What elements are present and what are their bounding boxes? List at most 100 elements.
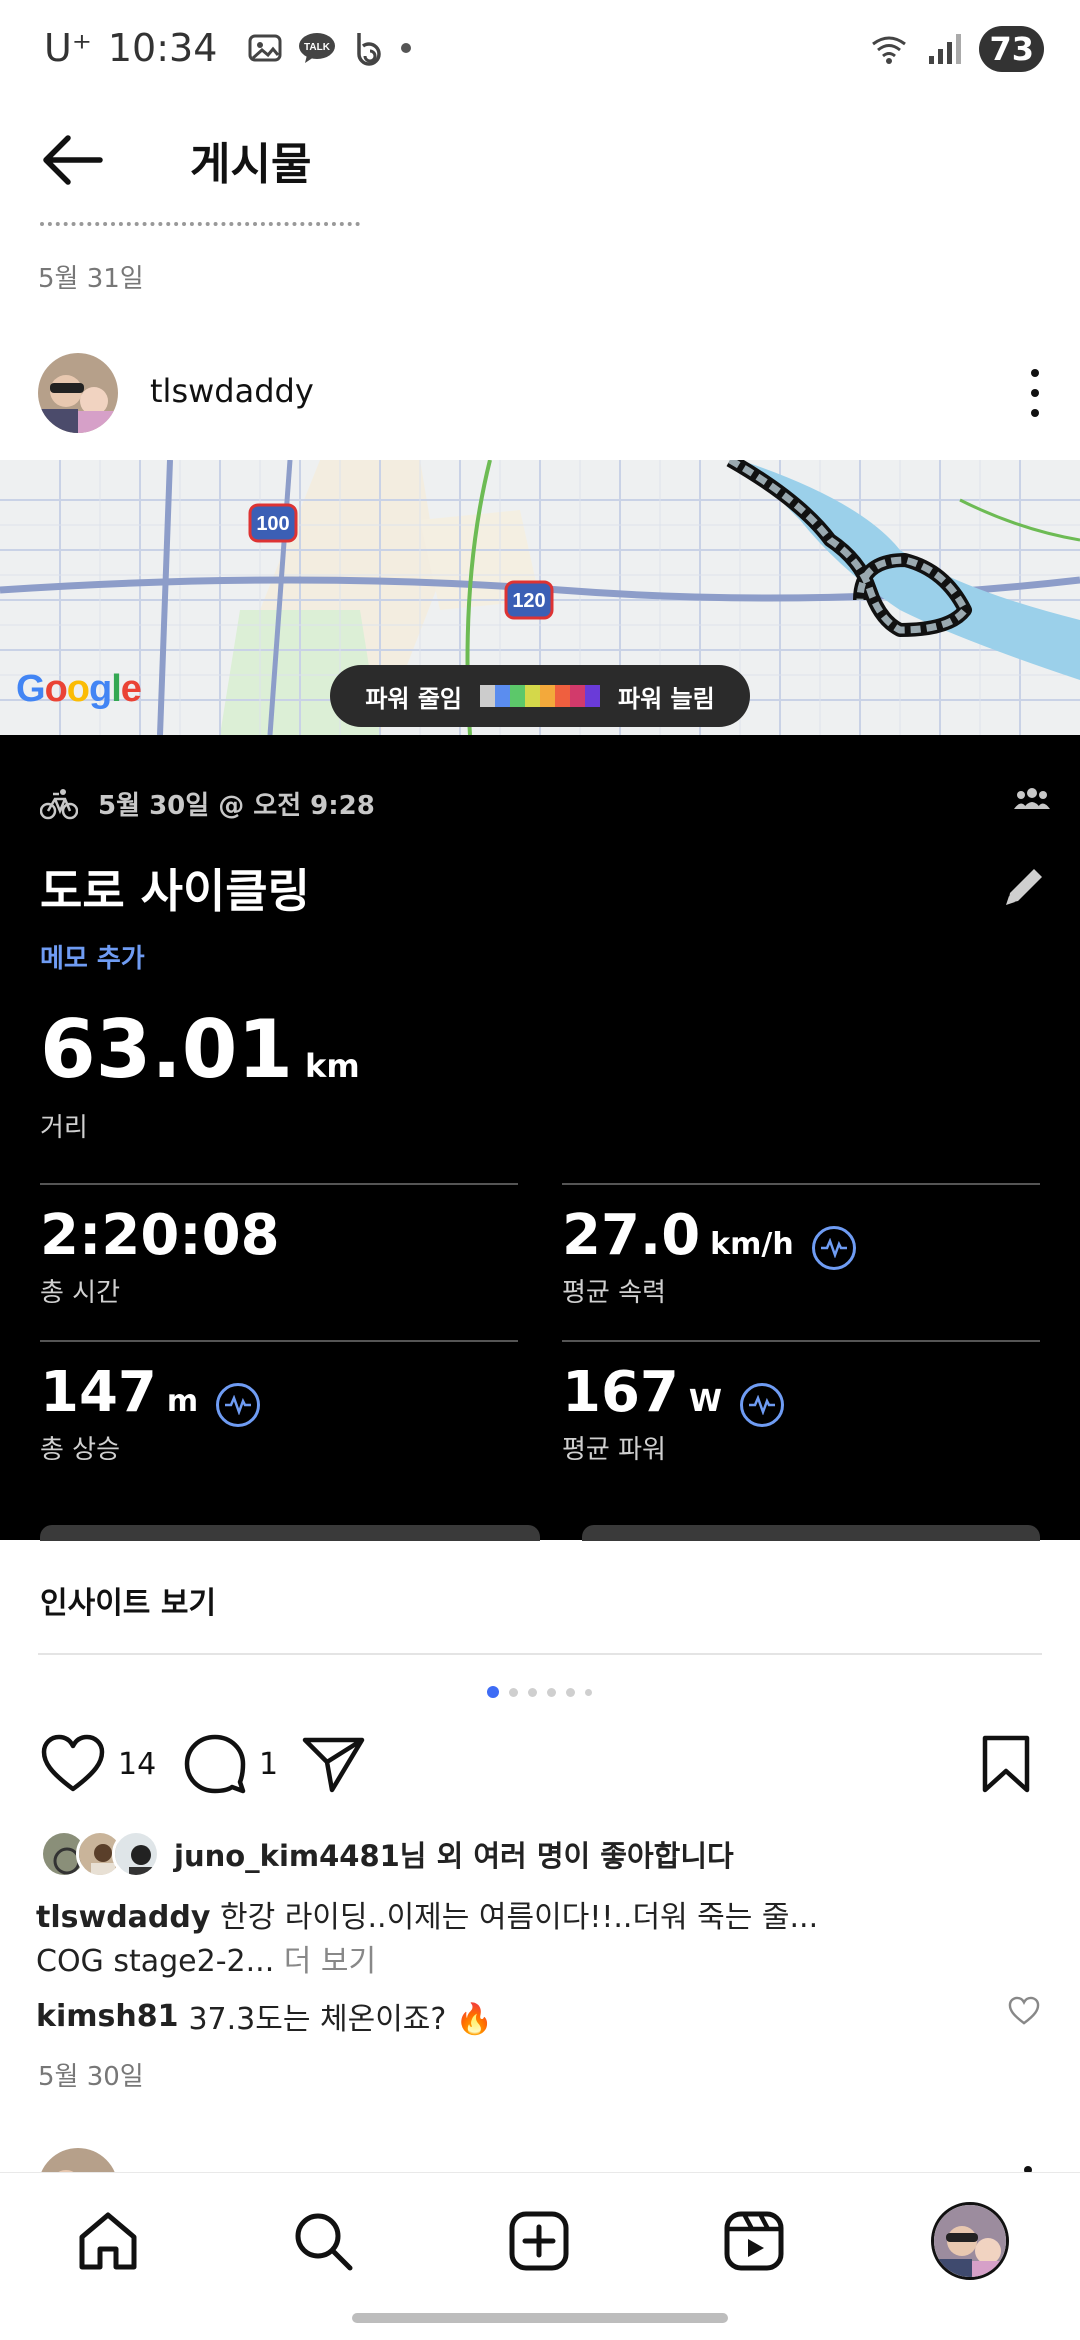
previous-post-date: 5월 31일: [38, 264, 144, 294]
nav-reels[interactable]: [714, 2201, 794, 2281]
page-title: 게시물: [190, 139, 312, 190]
nav-profile[interactable]: [930, 2201, 1010, 2281]
nav-create[interactable]: [499, 2201, 579, 2281]
legend-swatch: [570, 685, 585, 707]
avatar-image: [38, 353, 118, 433]
save-button[interactable]: [980, 1734, 1032, 1794]
view-insights-link[interactable]: 인사이트 보기: [40, 1578, 216, 1622]
post-username[interactable]: tlswdaddy: [150, 372, 314, 410]
insight-pulse-icon[interactable]: [740, 1383, 784, 1427]
status-right: 73: [869, 26, 1044, 72]
arrow-left-icon: [43, 135, 103, 185]
legend-swatch: [540, 685, 555, 707]
insight-pulse-icon[interactable]: [216, 1383, 261, 1427]
stat-divider: [562, 1340, 1040, 1342]
nav-home[interactable]: [68, 2201, 148, 2281]
bookmark-icon: [982, 1735, 1030, 1793]
distance-unit: km: [305, 1047, 360, 1085]
total-time-stat: 2:20:08 총 시간: [40, 1203, 280, 1309]
activity-title: 도로 사이클링: [40, 864, 310, 918]
route-map[interactable]: 100 120 Google 파워 줄임 파워 늘림: [0, 460, 1080, 735]
post-caption: tlswdaddy 한강 라이딩..이제는 여름이다!!..더워 죽는 줄...…: [36, 1896, 1046, 1984]
stat-label: 평균 파워: [562, 1435, 666, 1465]
comment-button[interactable]: 1: [183, 1734, 278, 1794]
send-icon: [302, 1737, 365, 1793]
comment-count: 1: [259, 1746, 279, 1782]
legend-color-strip: [480, 685, 600, 707]
more-link[interactable]: 더 보기: [284, 1944, 376, 1979]
legend-high-label: 파워 늘림: [618, 684, 715, 713]
avatar[interactable]: [38, 353, 118, 433]
highway-label-100: 100: [256, 513, 289, 535]
post-date: 5월 30일: [38, 2062, 144, 2092]
reels-icon: [724, 2211, 784, 2271]
stat-divider: [40, 1340, 518, 1342]
power-legend: 파워 줄임 파워 늘림: [330, 665, 750, 727]
comment-username[interactable]: kimsh81: [36, 1999, 178, 2034]
comment-icon: [184, 1734, 246, 1794]
people-icon: [1014, 788, 1050, 809]
top-header: 게시물: [0, 110, 1080, 210]
stat-unit: W: [688, 1384, 722, 1419]
b-app-icon: [357, 33, 382, 66]
more-options-button[interactable]: [1020, 363, 1050, 423]
post-actions: 14 1: [0, 1730, 1080, 1800]
liked-by-text: juno_kim4481님 외 여러 명이 좋아합니다: [174, 1839, 734, 1873]
heart-icon: [1008, 1996, 1040, 2025]
carousel-dot: [547, 1687, 556, 1697]
avg-power-stat: 167 W 평균 파워: [562, 1360, 784, 1466]
stat-unit: m: [166, 1384, 199, 1419]
group-icon[interactable]: [1014, 785, 1050, 815]
edit-button[interactable]: [1002, 863, 1048, 913]
stat-unit: km/h: [710, 1227, 794, 1262]
like-button[interactable]: 14: [40, 1734, 156, 1794]
home-icon: [79, 2212, 137, 2270]
back-button[interactable]: [38, 130, 108, 190]
liked-by-row[interactable]: juno_kim4481님 외 여러 명이 좋아합니다: [40, 1830, 734, 1878]
distance-value: 63.01: [40, 1003, 294, 1096]
avatar: [112, 1830, 160, 1878]
like-count: 14: [118, 1746, 157, 1782]
stat-value: 27.0: [562, 1203, 701, 1268]
card-button-right[interactable]: [582, 1525, 1040, 1541]
kakaotalk-icon: TALK: [299, 33, 336, 63]
comment-like-button[interactable]: [1008, 1996, 1040, 2030]
carrier-label: U⁺: [44, 26, 92, 70]
status-left: U⁺ 10:34 TALK: [44, 26, 413, 70]
carousel-dot: [585, 1688, 592, 1696]
carousel-dot-active: [487, 1686, 499, 1698]
card-button-left[interactable]: [40, 1525, 540, 1541]
activity-date-row: 5월 30일 @ 오전 9:28: [40, 785, 375, 822]
profile-avatar: [931, 2202, 1009, 2280]
avg-speed-stat: 27.0 km/h 평균 속력: [562, 1203, 856, 1309]
more-dot-icon: [1031, 369, 1039, 377]
stat-label: 평균 속력: [562, 1278, 666, 1308]
card-action-buttons: [40, 1525, 1040, 1541]
stat-label: 총 시간: [40, 1278, 121, 1308]
caption-text: 한강 라이딩..이제는 여름이다!!..더워 죽는 줄...: [219, 1900, 819, 1935]
gallery-notification-icon: [248, 34, 282, 62]
stat-value: 167: [562, 1360, 679, 1425]
add-memo-link[interactable]: 메모 추가: [40, 938, 145, 975]
signal-icon: [929, 34, 962, 64]
nav-search[interactable]: [283, 2201, 363, 2281]
distance-label: 거리: [40, 1113, 88, 1143]
highway-label-120: 120: [512, 590, 545, 612]
activity-card: 5월 30일 @ 오전 9:28 도로 사이클링 메모 추가 63.01 km …: [0, 735, 1080, 1541]
insight-pulse-icon[interactable]: [811, 1226, 856, 1270]
battery-indicator: 73: [979, 26, 1044, 72]
notification-icons: TALK: [247, 30, 413, 66]
home-indicator[interactable]: [352, 2313, 728, 2323]
more-dot-icon: [1031, 409, 1039, 417]
stat-label: 총 상승: [40, 1435, 121, 1465]
caption-username[interactable]: tlswdaddy: [36, 1900, 210, 1935]
comment-row: kimsh81 37.3도는 체온이죠? 🔥: [36, 1994, 493, 2038]
google-logo: Google: [16, 668, 142, 710]
distance-stat: 63.01 km: [40, 1003, 360, 1096]
wifi-icon: [872, 36, 907, 64]
dot-icon: [401, 43, 412, 53]
stat-divider: [40, 1183, 518, 1185]
carousel-indicator: [487, 1686, 592, 1698]
stat-divider: [562, 1183, 1040, 1185]
share-button[interactable]: [302, 1734, 366, 1794]
